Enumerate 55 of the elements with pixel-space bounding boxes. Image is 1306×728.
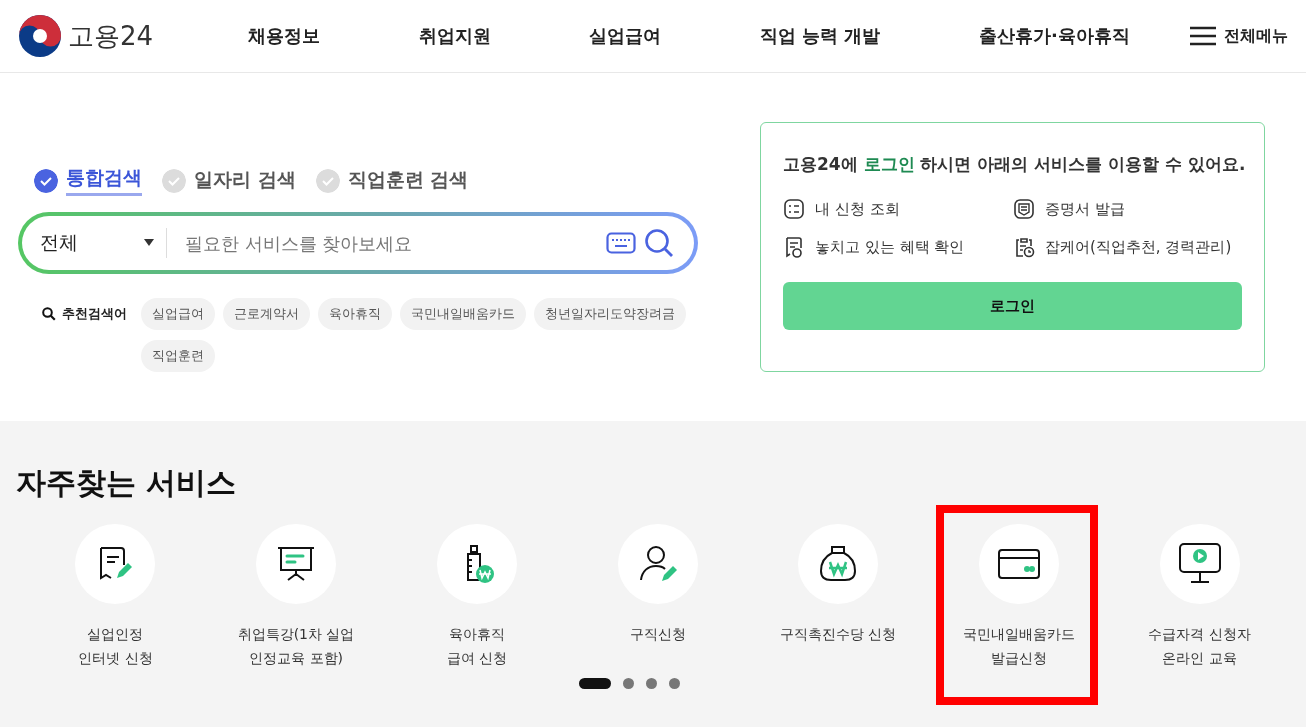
login-button[interactable]: 로그인 — [783, 282, 1242, 330]
search-tab[interactable]: 일자리 검색 — [162, 165, 296, 196]
service-link[interactable]: 놓치고 있는 혜택 확인 — [815, 237, 965, 257]
keyword-chip[interactable]: 근로계약서 — [223, 298, 310, 330]
keyboard-button[interactable] — [606, 232, 636, 254]
pager-dot[interactable] — [668, 678, 680, 689]
service-label[interactable]: 취업특강(1차 실업 인정교육 포함) — [237, 622, 355, 670]
service-link[interactable]: 잡케어(직업추천, 경력관리) — [1045, 237, 1232, 257]
keyword-chip[interactable]: 국민내일배움카드 — [400, 298, 526, 330]
recommended-label: 추천검색어 — [62, 305, 127, 323]
checklist-icon — [783, 198, 805, 220]
service-label[interactable]: 구직신청 — [629, 622, 686, 646]
service-label[interactable]: 국민내일배움카드 발급신청 — [962, 622, 1075, 670]
login-message: 고용24에 로그인 하시면 아래의 서비스를 이용할 수 있어요. — [783, 153, 1242, 176]
search-icon — [42, 307, 56, 321]
search-tab[interactable]: 통합검색 — [34, 165, 142, 196]
nav-link[interactable]: 채용정보 — [248, 24, 320, 48]
site-logo-text[interactable]: 고용24 — [68, 18, 154, 54]
person-pencil-icon — [637, 544, 678, 584]
nav-link[interactable]: 실업급여 — [589, 24, 662, 48]
service-label[interactable]: 구직촉진수당 신청 — [780, 622, 897, 646]
nav-link[interactable]: 취업지원 — [418, 24, 491, 48]
nav-link[interactable]: 직업 능력 개발 — [759, 24, 881, 48]
check-circle-icon — [315, 168, 340, 193]
search-tab[interactable]: 직업훈련 검색 — [315, 165, 469, 196]
money-bag-icon — [818, 544, 859, 584]
search-button[interactable] — [644, 228, 674, 258]
full-menu-button[interactable]: 전체메뉴 — [1190, 25, 1288, 47]
service-label[interactable]: 육아휴직 급여 신청 — [446, 622, 507, 670]
keyword-chip[interactable]: 실업급여 — [141, 298, 215, 330]
clipboard-clock-icon — [1013, 236, 1035, 258]
service-label[interactable]: 실업인정 인터넷 신청 — [78, 622, 153, 670]
search-icon — [644, 228, 674, 258]
caret-icon — [144, 239, 154, 247]
check-circle-icon — [162, 168, 186, 193]
category-dropdown[interactable]: 전체 — [40, 230, 166, 256]
document-icon — [783, 236, 805, 258]
presentation-board-icon — [276, 544, 317, 584]
pager-dot[interactable] — [645, 678, 657, 689]
keyword-chip[interactable]: 육아휴직 — [318, 298, 392, 330]
service-link[interactable]: 내 신청 조회 — [815, 199, 900, 219]
keyword-chip[interactable]: 직업훈련 — [141, 340, 215, 372]
keyboard-icon — [606, 232, 636, 254]
check-circle-icon — [34, 168, 58, 193]
card-icon — [996, 547, 1041, 581]
pager-dot[interactable] — [622, 678, 634, 689]
certificate-icon — [1013, 198, 1035, 220]
keyword-chip[interactable]: 청년일자리도약장려금 — [534, 298, 686, 330]
section-title: 자주찾는 서비스 — [16, 464, 238, 502]
menu-icon — [1190, 26, 1216, 46]
nav-link[interactable]: 출산휴가·육아휴직 — [979, 24, 1130, 48]
service-label[interactable]: 수급자격 신청자 온라인 교육 — [1148, 622, 1251, 670]
monitor-play-icon — [1177, 542, 1222, 586]
service-link[interactable]: 증명서 발급 — [1045, 199, 1125, 219]
taegeuk-logo-icon[interactable] — [18, 14, 62, 58]
